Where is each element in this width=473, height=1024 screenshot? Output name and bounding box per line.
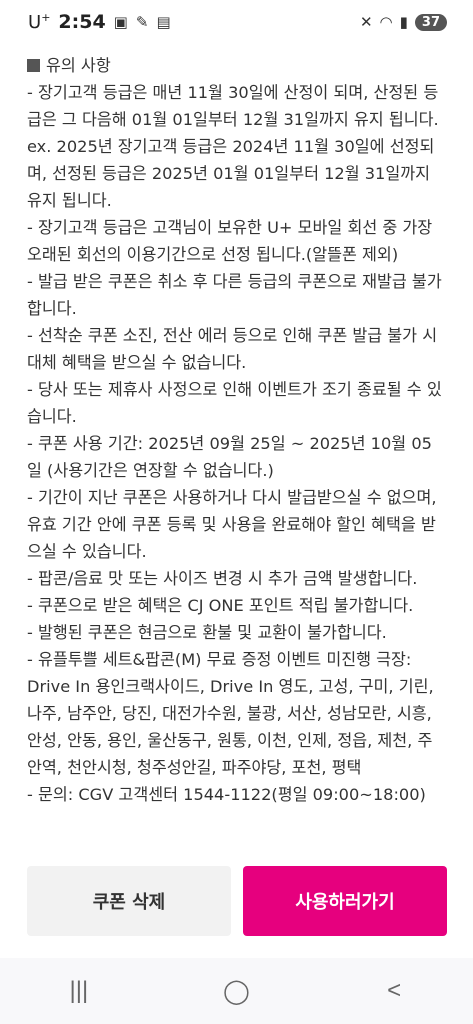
action-buttons: 쿠폰 삭제 사용하러가기 xyxy=(27,866,447,936)
notice-line: - 쿠폰으로 받은 혜택은 CJ ONE 포인트 적립 불가합니다. xyxy=(27,596,414,615)
notice-line: - 장기고객 등급은 매년 11월 30일에 산정이 되며, 산정된 등급은 그… xyxy=(27,83,439,129)
delete-coupon-button[interactable]: 쿠폰 삭제 xyxy=(27,866,231,936)
notice-title-text: 유의 사항 xyxy=(46,56,111,75)
app-notification-icon: ▤ xyxy=(156,13,171,31)
notice-line: ex. 2025년 장기고객 등급은 2024년 11월 30일에 선정되며, … xyxy=(27,137,435,210)
home-icon[interactable]: ◯ xyxy=(196,976,276,1007)
notice-line: - 기간이 지난 쿠폰은 사용하거나 다시 발급받으실 수 없으며, 유효 기간… xyxy=(27,488,437,561)
status-bar: U+ 2:54 ▣ ✎ ▤ ✕ ◠ ▮ 37 xyxy=(0,0,473,44)
notice-line: - 팝콘/음료 맛 또는 사이즈 변경 시 추가 금액 발생합니다. xyxy=(27,569,418,588)
status-right: ✕ ◠ ▮ 37 xyxy=(360,13,447,31)
notice-line: - 발행된 쿠폰은 현금으로 환불 및 교환이 불가합니다. xyxy=(27,623,387,642)
notice-line: - 장기고객 등급은 고객님이 보유한 U+ 모바일 회선 중 가장 오래된 회… xyxy=(27,218,433,264)
notice-line: - 선착순 쿠폰 소진, 전산 에러 등으로 인해 쿠폰 발급 불가 시 대체 … xyxy=(27,326,438,372)
gallery-notification-icon: ▣ xyxy=(113,13,128,31)
notice-line: - 당사 또는 제휴사 사정으로 인해 이벤트가 조기 종료될 수 있습니다. xyxy=(27,380,442,426)
notice-section: 유의 사항 - 장기고객 등급은 매년 11월 30일에 산정이 되며, 산정된… xyxy=(27,52,443,808)
clock-time: 2:54 xyxy=(58,11,106,33)
battery-badge: 37 xyxy=(414,13,447,31)
back-icon[interactable]: < xyxy=(354,976,434,1006)
wifi-icon: ◠ xyxy=(379,13,393,31)
notice-line: - 발급 받은 쿠폰은 취소 후 다른 등급의 쿠폰으로 재발급 불가합니다. xyxy=(27,272,442,318)
signal-icon: ▮ xyxy=(399,13,408,31)
notice-line: - 유플투쁠 세트&팝콘(M) 무료 증정 이벤트 미진행 극장: Drive … xyxy=(27,650,434,777)
status-left: U+ 2:54 ▣ ✎ ▤ xyxy=(28,11,171,33)
square-bullet-icon xyxy=(27,59,40,72)
tool-notification-icon: ✎ xyxy=(135,13,149,31)
carrier-label: U+ xyxy=(28,11,51,33)
notice-line: - 문의: CGV 고객센터 1544-1122(평일 09:00~18:00) xyxy=(27,785,426,804)
notice-title: 유의 사항 xyxy=(27,52,443,79)
recent-apps-icon[interactable]: ||| xyxy=(39,976,119,1006)
go-use-button[interactable]: 사용하러가기 xyxy=(243,866,447,936)
system-nav-bar: ||| ◯ < xyxy=(0,958,473,1024)
mute-icon: ✕ xyxy=(359,13,373,31)
notice-line: - 쿠폰 사용 기간: 2025년 09월 25일 ~ 2025년 10월 05… xyxy=(27,434,432,480)
